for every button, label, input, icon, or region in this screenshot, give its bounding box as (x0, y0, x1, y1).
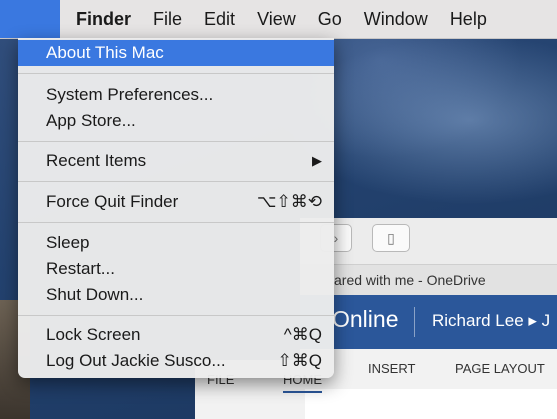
menu-bar: Finder File Edit View Go Window Help (0, 0, 557, 39)
menu-item-shut-down[interactable]: Shut Down... (18, 282, 334, 308)
tab-insert[interactable]: INSERT (368, 361, 415, 376)
menu-item-label: Restart... (46, 259, 115, 278)
apple-menu-button[interactable] (0, 0, 60, 38)
menu-item-sleep[interactable]: Sleep (18, 230, 334, 256)
ribbon-tabs: INSERT PAGE LAYOUT (300, 349, 557, 389)
keyboard-shortcut: ^⌘Q (283, 325, 322, 344)
menu-item-label: Lock Screen (46, 325, 141, 344)
apple-dropdown-menu: About This Mac System Preferences... App… (18, 38, 334, 378)
menu-item-lock-screen[interactable]: Lock Screen ^⌘Q (18, 322, 334, 348)
menu-item-label: App Store... (46, 111, 136, 130)
menu-item-about-this-mac[interactable]: About This Mac (18, 40, 334, 66)
menu-separator (18, 222, 334, 223)
app-brand-bar: Online Richard Lee ▸ J (300, 295, 557, 349)
menu-item-system-preferences[interactable]: System Preferences... (18, 82, 334, 108)
brand-name: Online (332, 306, 399, 332)
tab-title: ared with me - OneDrive (334, 272, 486, 288)
keyboard-shortcut: ⇧⌘Q (277, 351, 322, 370)
chevron-right-icon: › (333, 230, 339, 246)
sidebar-toggle-button[interactable]: ▯ (372, 224, 410, 252)
menu-item-label: Shut Down... (46, 285, 144, 304)
menu-separator (18, 181, 334, 182)
menu-item-label: Sleep (46, 233, 90, 252)
background-window: › ▯ ared with me - OneDrive Online Richa… (300, 218, 557, 419)
menu-item-app-store[interactable]: App Store... (18, 108, 334, 134)
menu-item-label: About This Mac (46, 43, 164, 62)
menu-help[interactable]: Help (439, 0, 498, 38)
keyboard-shortcut: ⌥⇧⌘⟲ (256, 192, 322, 211)
menu-item-force-quit[interactable]: Force Quit Finder ⌥⇧⌘⟲ (18, 189, 334, 215)
window-toolbar: › ▯ (300, 218, 557, 262)
menu-item-label: Recent Items (46, 151, 147, 170)
menu-separator (18, 73, 334, 74)
sidebar-icon: ▯ (387, 229, 395, 246)
tab-page-layout[interactable]: PAGE LAYOUT (455, 361, 545, 376)
menu-item-label: System Preferences... (46, 85, 214, 104)
ribbon-body (300, 389, 557, 419)
menu-finder[interactable]: Finder (60, 0, 142, 38)
menu-window[interactable]: Window (353, 0, 439, 38)
brand-divider (414, 307, 415, 337)
menu-item-restart[interactable]: Restart... (18, 256, 334, 282)
browser-tab[interactable]: ared with me - OneDrive (300, 264, 557, 296)
menu-go[interactable]: Go (307, 0, 353, 38)
menu-separator (18, 315, 334, 316)
menu-view[interactable]: View (246, 0, 307, 38)
menu-separator (18, 141, 334, 142)
menu-item-log-out[interactable]: Log Out Jackie Susco... ⇧⌘Q (18, 348, 334, 374)
menu-item-recent-items[interactable]: Recent Items ▶ (18, 148, 334, 174)
submenu-arrow-icon: ▶ (312, 153, 322, 168)
menu-item-label: Force Quit Finder (46, 192, 179, 211)
breadcrumb[interactable]: Richard Lee ▸ J (432, 311, 550, 331)
menu-edit[interactable]: Edit (193, 0, 246, 38)
menu-item-label: Log Out Jackie Susco... (46, 351, 226, 370)
menu-file[interactable]: File (142, 0, 193, 38)
